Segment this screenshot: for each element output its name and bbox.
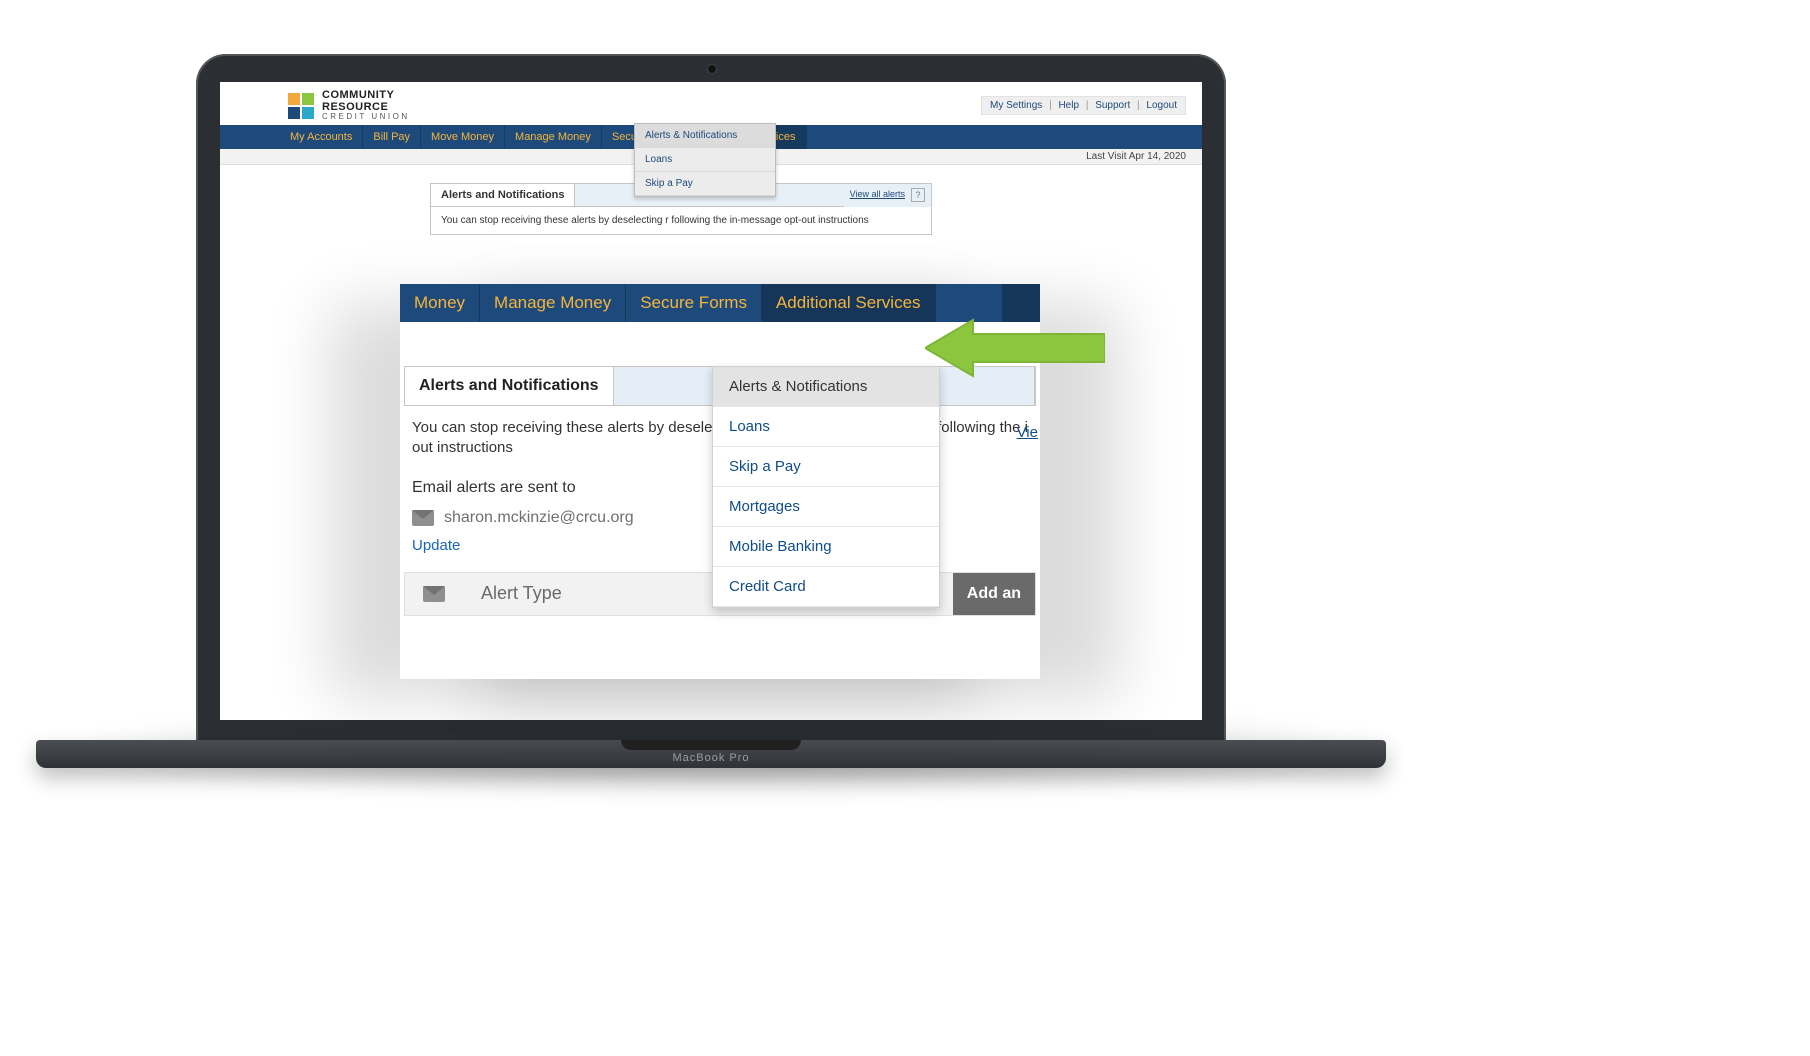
brand-logo-text: COMMUNITY RESOURCE CREDIT UNION [322,90,410,121]
zoom-nav-secure-forms[interactable]: Secure Forms [626,284,762,322]
menu-alerts-notifications[interactable]: Alerts & Notifications [713,367,939,407]
desc-line-1: You can stop receiving these alerts by d… [412,419,744,436]
utility-nav: My Settings | Help | Support | Logout [981,96,1186,115]
brand-line-1: COMMUNITY [322,90,410,102]
desc-line-3: out instructions [412,439,513,456]
nav-manage-money[interactable]: Manage Money [505,125,602,149]
menu-mortgages[interactable]: Mortgages [713,487,939,527]
menu-loans[interactable]: Loans [713,407,939,447]
laptop-brand: MacBook Pro [672,752,749,764]
util-sep: | [1086,100,1089,111]
alerts-description-small: You can stop receiving these alerts by d… [431,207,931,234]
util-logout[interactable]: Logout [1146,100,1177,111]
nav-move-money[interactable]: Move Money [421,125,505,149]
callout-arrow [925,316,1105,380]
brand-logo: COMMUNITY RESOURCE CREDIT UNION [288,90,410,121]
nav-my-accounts[interactable]: My Accounts [280,125,363,149]
add-alert-button[interactable]: Add an [953,573,1035,615]
tab-alerts-notifications[interactable]: Alerts and Notifications [431,184,575,207]
app-header: COMMUNITY RESOURCE CREDIT UNION My Setti… [220,82,1202,125]
util-sep: | [1137,100,1140,111]
webcam-dot [707,64,717,74]
menu-skip-a-pay[interactable]: Skip a Pay [635,172,775,196]
view-all-alerts-link[interactable]: View all alerts [844,184,911,207]
last-visit-label: Last Visit Apr 14, 2020 [1086,151,1186,162]
view-all-alerts-link[interactable]: Vie [1015,424,1040,441]
additional-services-dropdown-small: Alerts & Notifications Loans Skip a Pay [634,123,776,197]
util-help[interactable]: Help [1058,100,1079,111]
menu-skip-a-pay[interactable]: Skip a Pay [713,447,939,487]
content-area: Alerts & Notifications Loans Skip a Pay … [220,165,1202,253]
laptop-base: MacBook Pro [36,740,1386,768]
zoom-nav-additional-services[interactable]: Additional Services [762,284,936,322]
zoom-nav-manage-money[interactable]: Manage Money [480,284,626,322]
additional-services-dropdown: Alerts & Notifications Loans Skip a Pay … [712,366,940,608]
email-value: sharon.mckinzie@crcu.org [444,509,634,527]
menu-alerts-notifications[interactable]: Alerts & Notifications [635,124,775,148]
alert-type-header: Alert Type [481,583,562,604]
mail-icon [412,510,434,526]
brand-line-3: CREDIT UNION [322,113,410,121]
help-icon[interactable]: ? [911,188,925,202]
tab-alerts-notifications[interactable]: Alerts and Notifications [405,367,614,405]
nav-bill-pay[interactable]: Bill Pay [363,125,421,149]
mail-icon [423,586,445,602]
menu-credit-card[interactable]: Credit Card [713,567,939,607]
zoom-nav-money[interactable]: Money [400,284,480,322]
desc-line-right: r following the i [928,418,1028,438]
util-sep: | [1049,100,1052,111]
brand-logo-mark [288,93,314,119]
menu-mobile-banking[interactable]: Mobile Banking [713,527,939,567]
util-support[interactable]: Support [1095,100,1130,111]
zoom-content: Alerts & Notifications Loans Skip a Pay … [400,366,1040,616]
util-my-settings[interactable]: My Settings [990,100,1042,111]
arrow-icon [925,316,1105,380]
menu-loans[interactable]: Loans [635,148,775,172]
